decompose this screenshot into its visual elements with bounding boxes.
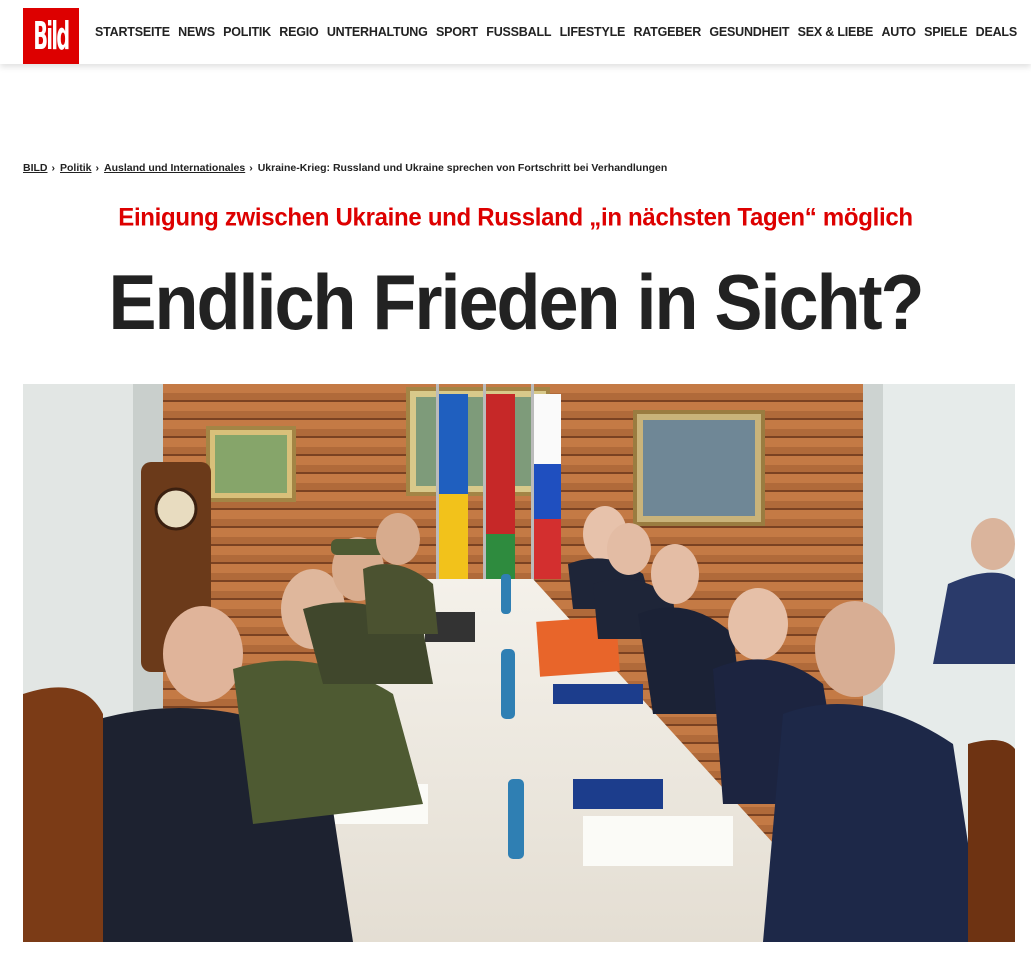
bild-logo[interactable]: Bild xyxy=(23,8,79,64)
hero-photo[interactable] xyxy=(23,384,1015,942)
breadcrumb-separator: › xyxy=(95,162,100,174)
article-kicker: Einigung zwischen Ukraine und Russland „… xyxy=(118,203,913,232)
nav-item-gesundheit[interactable]: GESUNDHEIT xyxy=(709,25,789,39)
nav-item-news[interactable]: NEWS xyxy=(178,25,215,39)
logo-text: Bild xyxy=(33,13,70,59)
nav-item-regio[interactable]: REGIO xyxy=(279,25,318,39)
nav-item-lifestyle[interactable]: LIFESTYLE xyxy=(560,25,626,39)
nav-item-fussball[interactable]: FUSSBALL xyxy=(486,25,551,39)
nav-item-politik[interactable]: POLITIK xyxy=(223,25,271,39)
breadcrumb-separator: › xyxy=(51,162,56,174)
nav-item-startseite[interactable]: STARTSEITE xyxy=(95,25,170,39)
nav-item-spiele[interactable]: SPIELE xyxy=(924,25,967,39)
hero-photo-illustration xyxy=(23,384,1015,942)
site-header: Bild STARTSEITE NEWS POLITIK REGIO UNTER… xyxy=(0,0,1031,64)
nav-item-sex-und-liebe[interactable]: SEX & LIEBE xyxy=(798,25,874,39)
breadcrumb-link-ausland[interactable]: Ausland und Internationales xyxy=(104,162,245,174)
nav-item-ratgeber[interactable]: RATGEBER xyxy=(633,25,701,39)
breadcrumb-link-politik[interactable]: Politik xyxy=(60,162,92,174)
breadcrumb: BILD › Politik › Ausland und Internation… xyxy=(23,162,667,174)
breadcrumb-separator: › xyxy=(249,162,253,174)
breadcrumb-link-bild[interactable]: BILD xyxy=(23,162,48,174)
nav-item-unterhaltung[interactable]: UNTERHALTUNG xyxy=(327,25,428,39)
nav-item-deals[interactable]: DEALS xyxy=(976,25,1018,39)
nav-item-sport[interactable]: SPORT xyxy=(436,25,478,39)
breadcrumb-current: Ukraine-Krieg: Russland und Ukraine spre… xyxy=(257,162,668,174)
article-headline: Endlich Frieden in Sicht? xyxy=(0,258,1031,348)
nav-item-auto[interactable]: AUTO xyxy=(881,25,916,39)
headline-text: Endlich Frieden in Sicht? xyxy=(108,259,924,347)
main-navigation: STARTSEITE NEWS POLITIK REGIO UNTERHALTU… xyxy=(95,0,1017,64)
